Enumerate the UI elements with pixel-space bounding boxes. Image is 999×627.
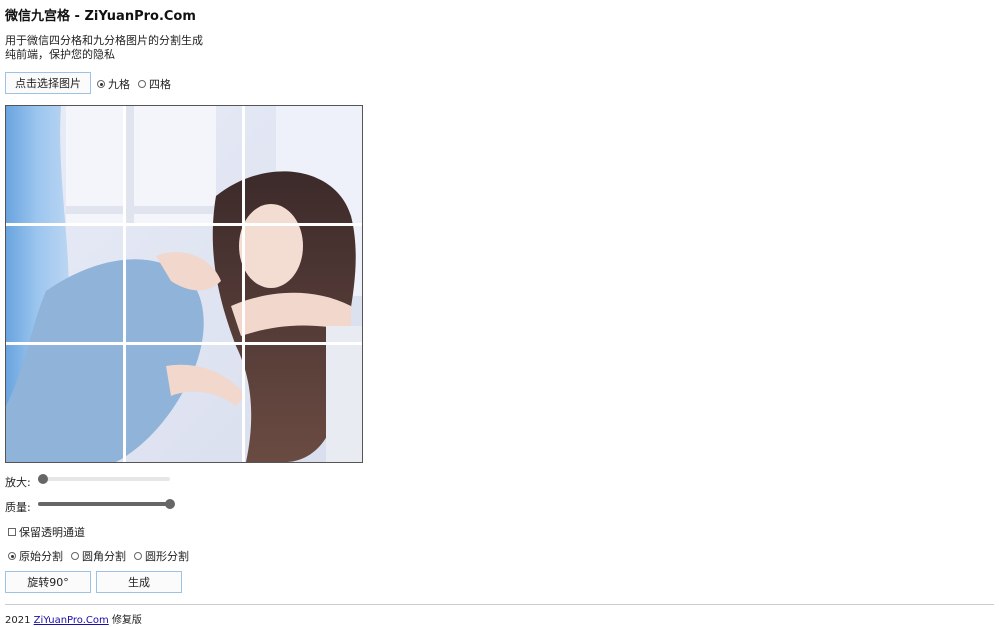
grid-option-nine[interactable]: 九格 <box>97 76 130 92</box>
split-mode-circle[interactable]: 圆形分割 <box>134 548 189 564</box>
zoom-slider-thumb[interactable] <box>38 474 49 484</box>
keep-alpha-checkbox[interactable] <box>8 528 16 536</box>
grid-option-four-label: 四格 <box>149 78 171 91</box>
footer: 2021 ZiYuanPro.Com 修复版 <box>5 611 142 626</box>
zoom-label: 放大: <box>5 476 31 489</box>
description-line-1: 用于微信四分格和九分格图片的分割生成 <box>5 34 203 47</box>
rotate-button[interactable]: 旋转90° <box>5 571 91 593</box>
split-mode-original[interactable]: 原始分割 <box>8 548 63 564</box>
radio-circle[interactable] <box>134 552 142 560</box>
radio-original[interactable] <box>8 552 16 560</box>
grid-option-nine-label: 九格 <box>108 78 130 91</box>
grid-mode-group: 九格 四格 <box>97 76 179 92</box>
split-mode-rounded-label: 圆角分割 <box>82 550 126 563</box>
split-mode-original-label: 原始分割 <box>19 550 63 563</box>
generate-button[interactable]: 生成 <box>96 571 182 593</box>
radio-nine[interactable] <box>97 80 105 88</box>
zoom-slider[interactable] <box>38 473 170 485</box>
split-mode-circle-label: 圆形分割 <box>145 550 189 563</box>
footer-year: 2021 <box>5 615 31 626</box>
split-mode-rounded[interactable]: 圆角分割 <box>71 548 126 564</box>
radio-four[interactable] <box>138 80 146 88</box>
page-title: 微信九宫格 - ZiYuanPro.Com <box>5 9 196 24</box>
zoom-slider-track[interactable] <box>38 477 170 481</box>
quality-slider-thumb[interactable] <box>165 499 175 509</box>
footer-link[interactable]: ZiYuanPro.Com <box>34 615 109 626</box>
description-line-2: 纯前端，保护您的隐私 <box>5 48 115 61</box>
footer-suffix: 修复版 <box>111 615 142 626</box>
description: 用于微信四分格和九分格图片的分割生成 纯前端，保护您的隐私 <box>5 34 203 62</box>
quality-label: 质量: <box>5 501 31 514</box>
radio-rounded[interactable] <box>71 552 79 560</box>
footer-divider <box>5 604 994 605</box>
image-preview[interactable] <box>5 105 363 463</box>
keep-alpha-option[interactable]: 保留透明通道 <box>8 524 85 540</box>
quality-slider-fill <box>38 502 170 506</box>
split-mode-group: 原始分割 圆角分割 圆形分割 <box>8 548 197 564</box>
keep-alpha-label: 保留透明通道 <box>19 526 85 539</box>
select-image-button[interactable]: 点击选择图片 <box>5 72 91 94</box>
grid-option-four[interactable]: 四格 <box>138 76 171 92</box>
photo-preview-art <box>6 106 362 462</box>
quality-slider[interactable] <box>38 498 175 510</box>
